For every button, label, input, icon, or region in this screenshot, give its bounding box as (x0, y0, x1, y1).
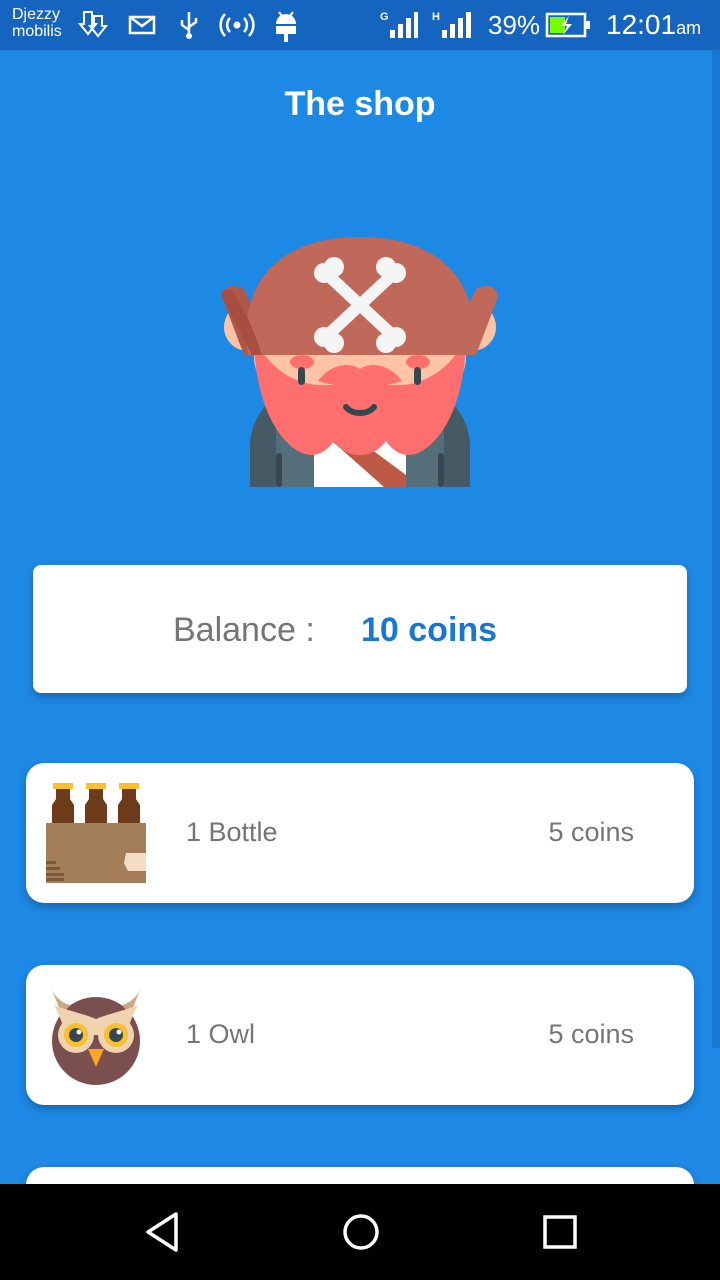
item-name: 1 Bottle (186, 817, 278, 847)
navigation-bar (0, 1184, 720, 1280)
balance-card: Balance : 10 coins (33, 565, 687, 693)
svg-text:G: G (380, 11, 389, 23)
signal-h-icon: H (432, 11, 471, 38)
carrier-name: Djezzy mobilis (12, 6, 82, 40)
item-name: 1 Owl (186, 1019, 256, 1049)
clock-time: 12:01 (606, 9, 677, 40)
recents-icon[interactable] (538, 1210, 582, 1254)
shop-item-partial[interactable] (26, 1167, 694, 1184)
carrier-line-2: mobilis (12, 23, 62, 40)
balance-value: 10 coins (361, 611, 498, 649)
balance-label: Balance : (173, 611, 315, 649)
home-icon[interactable] (339, 1210, 383, 1254)
item-price: 5 coins (548, 817, 634, 847)
page-title: The shop (284, 85, 436, 123)
owl-icon (50, 985, 142, 1085)
usb-icon (180, 12, 198, 39)
battery-charging-icon (545, 12, 590, 38)
clock-ampm: am (676, 18, 702, 38)
hotspot-icon (219, 13, 255, 37)
back-icon[interactable] (140, 1210, 184, 1254)
shop-item-owl[interactable]: 1 Owl 5 coins (26, 965, 694, 1105)
status-bar: Djezzy mobilis G H 39% 12:01am (0, 0, 720, 50)
battery-percent: 39% (488, 10, 541, 40)
item-price: 5 coins (548, 1019, 634, 1049)
shop-screen[interactable]: The shop Balance: 10 coins 1 Bottle 5 c… (0, 50, 720, 1184)
svg-text:H: H (432, 11, 440, 23)
scrollbar[interactable] (712, 50, 720, 1048)
signal-g-icon: G (380, 11, 418, 38)
download-icon (78, 11, 109, 38)
pirate-avatar (221, 237, 498, 487)
mail-icon (128, 15, 156, 35)
clock: 12:01am (606, 6, 701, 47)
carrier-line-1: Djezzy (12, 6, 61, 23)
android-icon (276, 11, 296, 42)
shop-item-bottle[interactable]: 1 Bottle 5 coins (26, 763, 694, 903)
bottles-crate-icon (46, 783, 146, 883)
